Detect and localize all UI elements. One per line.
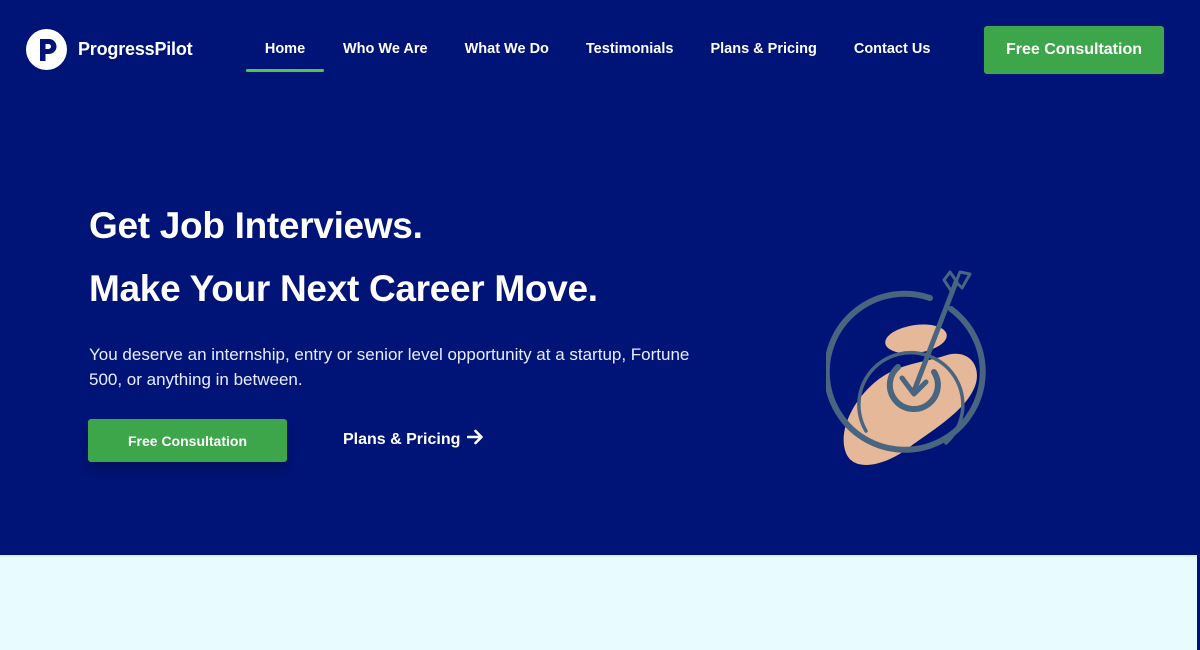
nav-item-plans-pricing[interactable]: Plans & Pricing: [710, 0, 816, 72]
nav-item-label: Who We Are: [343, 41, 428, 57]
nav-item-label: What We Do: [464, 41, 549, 57]
headline-line-2: Make Your Next Career Move.: [89, 268, 598, 309]
nav-item-label: Plans & Pricing: [710, 41, 817, 57]
illustration-arrow-fletching: [942, 270, 972, 293]
main-nav: Home Who We Are What We Do Testimonials …: [246, 0, 930, 100]
nav-item-contact-us[interactable]: Contact Us: [854, 0, 931, 72]
hero-subtext: You deserve an internship, entry or seni…: [89, 345, 690, 389]
header-free-consultation-button[interactable]: Free Consultation: [984, 26, 1164, 74]
plans-pricing-link[interactable]: Plans & Pricing: [343, 429, 484, 450]
hero-free-consultation-button[interactable]: Free Consultation: [88, 419, 287, 462]
next-section: [0, 555, 1197, 650]
arrow-right-icon: [467, 429, 484, 450]
nav-item-what-we-do[interactable]: What We Do: [465, 0, 549, 72]
brand-name: ProgressPilot: [78, 39, 193, 59]
nav-item-label: Testimonials: [585, 41, 674, 57]
headline-line-1: Get Job Interviews.: [89, 205, 423, 246]
nav-item-who-we-are[interactable]: Who We Are: [343, 0, 428, 72]
hero-section: ProgressPilot Home Who We Are What We Do…: [0, 0, 1197, 555]
nav-item-label: Home: [264, 41, 306, 57]
active-indicator: [246, 69, 324, 72]
p-circle-logo-icon: [26, 29, 67, 70]
nav-item-testimonials[interactable]: Testimonials: [586, 0, 674, 72]
nav-item-label: Contact Us: [853, 41, 931, 57]
nav-item-home[interactable]: Home: [246, 0, 324, 72]
brand-logo[interactable]: ProgressPilot: [26, 29, 193, 70]
plans-pricing-link-label: Plans & Pricing: [343, 430, 461, 448]
target-arrow-illustration: [823, 268, 1002, 474]
